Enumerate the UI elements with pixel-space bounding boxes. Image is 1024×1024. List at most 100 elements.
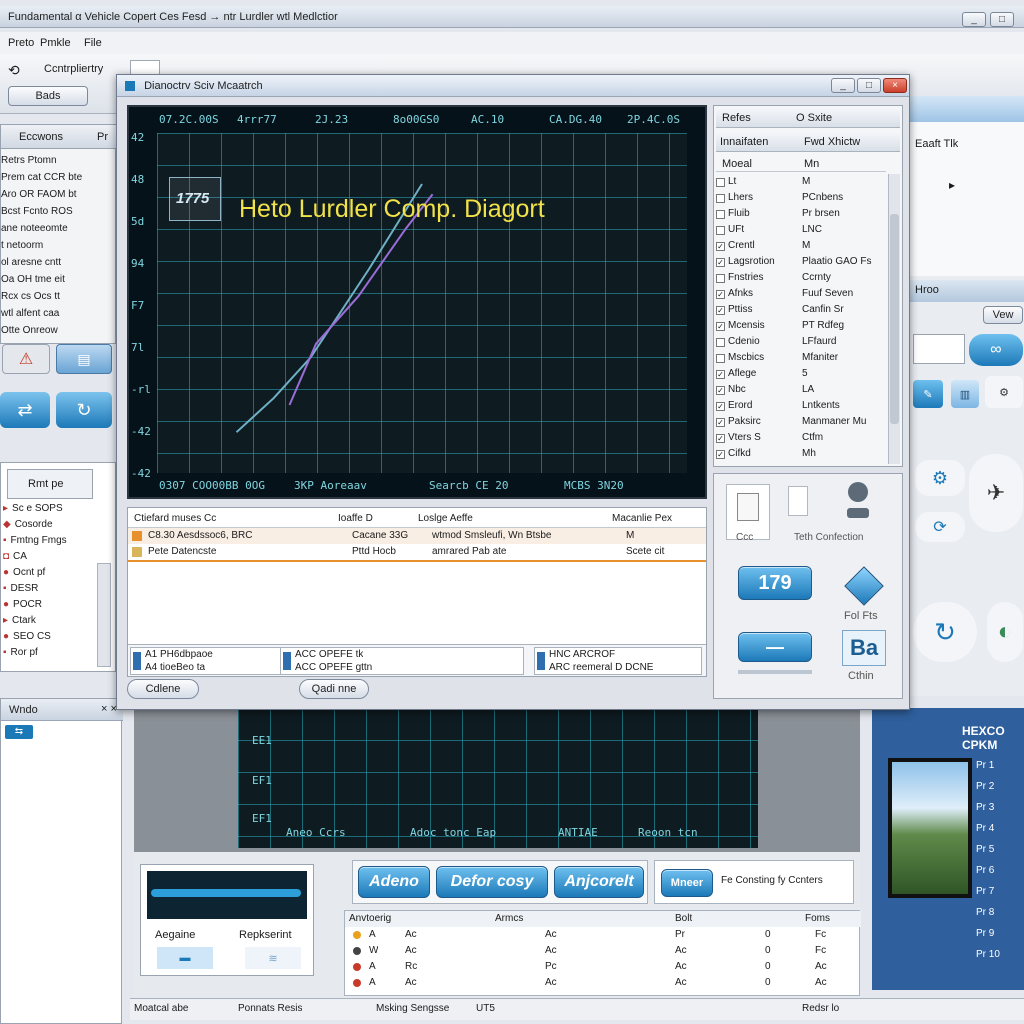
import-button-icon[interactable]: ⇄ xyxy=(0,392,50,428)
promo-list-item[interactable]: Pr 5 xyxy=(976,842,1022,858)
bg-minimize-button[interactable]: _ xyxy=(962,12,986,27)
anjcorelt-button[interactable]: Anjcorelt xyxy=(554,866,644,898)
param-row[interactable]: ✓ Paksirc Manmaner Mu xyxy=(716,414,886,430)
bottom-table-header-cell[interactable]: Armcs xyxy=(495,913,523,924)
param-checkbox[interactable] xyxy=(716,353,725,363)
right-satellite-icon[interactable]: ✈ xyxy=(969,454,1023,532)
right-cycle-icon[interactable]: ↻ xyxy=(913,602,977,662)
bg-maximize-button[interactable]: □ xyxy=(990,12,1014,27)
left-list-item[interactable]: Bcst Fcnto ROS xyxy=(1,204,117,220)
menu-item-preto[interactable]: Preto xyxy=(8,37,34,49)
webcam-icon[interactable] xyxy=(846,482,870,522)
tree-item[interactable]: ◘ CA xyxy=(3,549,95,565)
param-checkbox[interactable] xyxy=(716,193,725,203)
param-row[interactable]: ✓ Lagsrotion Plaatio GAO Fs xyxy=(716,254,886,270)
page-icon[interactable] xyxy=(788,486,808,516)
param-checkbox[interactable]: ✓ xyxy=(716,289,725,299)
param-header-left[interactable]: Refes xyxy=(722,112,751,124)
table-header-cell[interactable]: Ctiefard muses Cc xyxy=(134,513,216,524)
defor-cosy-button[interactable]: Defor cosy xyxy=(436,866,548,898)
param-checkbox[interactable] xyxy=(716,209,725,219)
tree-item[interactable]: ● POCR xyxy=(3,597,95,613)
promo-list-item[interactable]: Pr 6 xyxy=(976,863,1022,879)
left-list-item[interactable]: Otte Onreow xyxy=(1,323,117,339)
param-row[interactable]: UFt LNC xyxy=(716,222,886,238)
param-checkbox[interactable]: ✓ xyxy=(716,305,725,315)
tree-item[interactable]: ● SEO CS xyxy=(3,629,95,645)
table-row[interactable]: C8.30 Aesdssoc6, BRC Cacane 33G wtmod Smsl… xyxy=(128,528,706,544)
param-header-right[interactable]: O Sxite xyxy=(796,112,832,124)
promo-list-item[interactable]: Pr 8 xyxy=(976,905,1022,921)
right-tools-icon[interactable]: ⚙ xyxy=(985,376,1023,408)
right-refresh-icon[interactable]: ⟳ xyxy=(915,512,965,542)
promo-list-item[interactable]: Pr 7 xyxy=(976,884,1022,900)
left-list-item[interactable]: wtl alfent caa xyxy=(1,306,117,322)
left-list-item[interactable]: Oa OH tme eit xyxy=(1,272,117,288)
tree-item[interactable]: ● Ocnt pf xyxy=(3,565,95,581)
bottom-table-header-cell[interactable]: Foms xyxy=(805,913,830,924)
left-list-item[interactable]: t netoorm xyxy=(1,238,117,254)
param-row[interactable]: Fluib Pr brsen xyxy=(716,206,886,222)
table-row[interactable]: Pete Datencste Pttd Hocb amrared Pab ate Sc… xyxy=(128,544,706,560)
param-row[interactable]: Lhers PCnbens xyxy=(716,190,886,206)
param-row[interactable]: Cdenio LFfaurd xyxy=(716,334,886,350)
promo-list-item[interactable]: Pr 1 xyxy=(976,758,1022,774)
param-checkbox[interactable]: ✓ xyxy=(716,369,725,379)
param-row[interactable]: Fnstries Ccrnty xyxy=(716,270,886,286)
table-header-cell[interactable]: Macanlie Pex xyxy=(612,513,672,524)
menu-item-file[interactable]: File xyxy=(84,37,102,49)
tree-item[interactable]: ▪ DESR xyxy=(3,581,95,597)
param-checkbox[interactable]: ✓ xyxy=(716,401,725,411)
table-header-cell[interactable]: Ioaffe D xyxy=(338,513,373,524)
param-row[interactable]: ✓ Crentl M xyxy=(716,238,886,254)
tree-item[interactable]: ▸ Sc e SOPS xyxy=(3,501,95,517)
thumb-icon-1[interactable]: ▬ xyxy=(157,947,213,969)
left-list-item[interactable]: Retrs Ptomn xyxy=(1,153,117,169)
param-checkbox[interactable]: ✓ xyxy=(716,449,725,459)
bottom-left-nav-icon[interactable]: ⇆ xyxy=(5,725,33,739)
param-sub-right[interactable]: Fwd Xhictw xyxy=(804,136,860,148)
diamond-icon[interactable] xyxy=(838,560,890,612)
left-list-item[interactable]: Rcx cs Ocs tt xyxy=(1,289,117,305)
param-checkbox[interactable]: ✓ xyxy=(716,321,725,331)
refresh-icon[interactable]: ⟲ xyxy=(8,62,20,79)
main-minimize-button[interactable]: _ xyxy=(831,78,855,93)
param-row[interactable]: ✓ Nbc LA xyxy=(716,382,886,398)
footer-mid-button[interactable]: Qadi nne xyxy=(299,679,369,699)
param-row[interactable]: ✓ Erord Lntkents xyxy=(716,398,886,414)
param-checkbox[interactable] xyxy=(716,273,725,283)
promo-list-item[interactable]: Pr 10 xyxy=(976,947,1022,963)
main-maximize-button[interactable]: □ xyxy=(857,78,881,93)
bottom-table-row[interactable]: A Rc Pc Ac 0 Ac xyxy=(345,959,861,975)
param-row[interactable]: ✓ Vters S Ctfm xyxy=(716,430,886,446)
folder-icon[interactable]: ▤ xyxy=(56,344,112,374)
param-row[interactable]: ✓ Aflege 5 xyxy=(716,366,886,382)
bottom-table-header-cell[interactable]: Anvtoerig xyxy=(349,913,391,924)
bottom-table-row[interactable]: A Ac Ac Ac 0 Ac xyxy=(345,975,861,991)
left-tab-eccwons[interactable]: Eccwons xyxy=(19,131,63,143)
bottom-table-row[interactable]: W Ac Ac Ac 0 Fc xyxy=(345,943,861,959)
param-scrollbar[interactable] xyxy=(888,174,900,464)
param-checkbox[interactable]: ✓ xyxy=(716,257,725,267)
alert-icon[interactable]: ⚠ xyxy=(2,344,50,374)
promo-list-item[interactable]: Pr 3 xyxy=(976,800,1022,816)
main-close-button[interactable]: × xyxy=(883,78,907,93)
param-checkbox[interactable]: ✓ xyxy=(716,417,725,427)
table-header-cell[interactable]: Loslge Aeffe xyxy=(418,513,473,524)
bottom-table-row[interactable]: A Ac Ac Pr 0 Fc xyxy=(345,927,861,943)
adeno-button[interactable]: Adeno xyxy=(358,866,430,898)
big-label-box[interactable]: Ba xyxy=(842,630,886,666)
right-input-field[interactable] xyxy=(913,334,965,364)
minus-slider-button[interactable]: — xyxy=(738,632,812,662)
right-view-button[interactable]: Vew xyxy=(983,306,1023,324)
tree-item[interactable]: ▸ Ctark xyxy=(3,613,95,629)
left-list-item[interactable]: ol aresne cntt xyxy=(1,255,117,271)
param-row[interactable]: Mscbics Mfaniter xyxy=(716,350,886,366)
left-list-item[interactable]: Prem cat CCR bte xyxy=(1,170,117,186)
param-sub-left[interactable]: Innaifaten xyxy=(720,136,768,148)
footer-field[interactable]: A1 PH6dbpaoe A4 tioeBeo ta xyxy=(130,647,298,675)
tree-item[interactable]: ▪ Fmtng Fmgs xyxy=(3,533,95,549)
lower-tree-scrollbar[interactable] xyxy=(97,563,111,667)
param-row[interactable]: ✓ Pttiss Canfin Sr xyxy=(716,302,886,318)
left-list-item[interactable]: Aro OR FAOM bt xyxy=(1,187,117,203)
